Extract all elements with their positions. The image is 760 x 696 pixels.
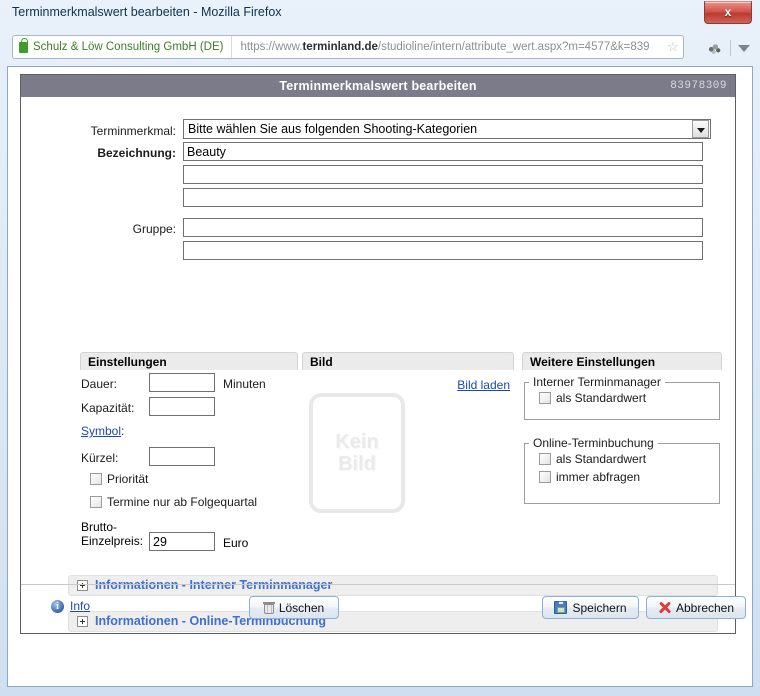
page-title: Terminmerkmalswert bearbeiten [279, 79, 477, 93]
brutto-label-line2: Einzelpreis: [81, 534, 144, 548]
bezeichnung-label: Bezeichnung: [97, 146, 176, 160]
delete-button-label: Löschen [278, 600, 325, 615]
symbol-link[interactable]: Symbol [81, 424, 121, 438]
brutto-einzelpreis-input[interactable] [149, 532, 215, 551]
chevron-down-icon[interactable] [738, 44, 750, 52]
folgequartal-row: Termine nur ab Folgequartal [81, 494, 301, 520]
symbol-label: Symbol: [81, 424, 124, 438]
prioritaet-label: Priorität [107, 472, 149, 486]
terminmerkmal-selected-value: Bitte wählen Sie aus folgenden Shooting-… [188, 122, 478, 136]
kuerzel-label: Kürzel: [81, 451, 119, 465]
symbol-row: Symbol: [81, 421, 301, 447]
cancel-button[interactable]: Abbrechen [646, 596, 746, 619]
interner-standardwert-label: als Standardwert [556, 391, 647, 405]
chevron-down-icon[interactable] [692, 120, 709, 138]
online-standardwert-checkbox[interactable] [539, 453, 551, 465]
terminmerkmal-label: Terminmerkmal: [90, 124, 176, 138]
form-area: Terminmerkmal: Bitte wählen Sie aus folg… [21, 97, 735, 260]
bild-laden-link[interactable]: Bild laden [457, 378, 510, 392]
window-titlebar: Terminmerkmalswert bearbeiten - Mozilla … [0, 0, 760, 28]
kapazitaet-label: Kapazität: [81, 401, 135, 415]
bezeichnung-input-3[interactable] [183, 188, 703, 207]
kuerzel-row: Kürzel: [81, 447, 301, 471]
delete-button[interactable]: Löschen [249, 596, 339, 619]
bezeichnung-input-1[interactable] [183, 142, 703, 161]
gruppe-label: Gruppe: [132, 222, 176, 236]
window-close-button[interactable]: x [704, 1, 752, 24]
no-image-line1: Kein [335, 431, 379, 453]
online-immer-abfragen-label: immer abfragen [556, 470, 641, 484]
symbol-colon: : [121, 424, 125, 438]
toolbar-divider [730, 40, 731, 56]
gruppe-input-1[interactable] [183, 218, 703, 237]
site-identity-button[interactable]: Schulz & Löw Consulting GmbH (DE) [13, 36, 233, 58]
kapazitaet-row: Kapazität: [81, 397, 301, 421]
interner-terminmanager-body: als Standardwert [525, 389, 719, 411]
prioritaet-checkbox[interactable] [90, 473, 102, 485]
online-terminbuchung-body: als Standardwert immer abfragen [525, 450, 719, 495]
folgequartal-label: Termine nur ab Folgequartal [107, 495, 258, 509]
edit-panel: Terminmerkmalswert bearbeiten 83978309 T… [20, 74, 746, 634]
info-link-wrap: i Info [51, 599, 90, 613]
info-icon: i [51, 599, 64, 613]
dauer-row: Dauer: Minuten [81, 373, 301, 397]
browser-navigation-bar: Schulz & Löw Consulting GmbH (DE) https:… [0, 28, 760, 66]
url-bar[interactable]: Schulz & Löw Consulting GmbH (DE) https:… [12, 35, 684, 59]
column-header-weitere: Weitere Einstellungen [522, 352, 722, 370]
interner-standardwert-checkbox[interactable] [539, 392, 551, 404]
interner-terminmanager-legend: Interner Terminmanager [533, 375, 661, 389]
column-header-einstellungen: Einstellungen [80, 352, 298, 370]
toolbar-extras [706, 40, 750, 56]
online-immer-abfragen-checkbox[interactable] [539, 471, 551, 483]
online-terminbuchung-fieldset: Online-Terminbuchung als Standardwert im… [524, 436, 720, 504]
bild-laden-wrap: Bild laden [457, 378, 510, 392]
dauer-unit-label: Minuten [223, 377, 266, 391]
floppy-disk-icon [554, 601, 568, 614]
dauer-label: Dauer: [81, 377, 118, 391]
page-content: Terminmerkmalswert bearbeiten 83978309 T… [8, 67, 752, 686]
site-identity-label: Schulz & Löw Consulting GmbH (DE) [33, 41, 224, 53]
online-standardwert-label: als Standardwert [556, 452, 647, 466]
panel-header: Terminmerkmalswert bearbeiten 83978309 [21, 75, 735, 97]
extension-icon[interactable] [706, 40, 723, 56]
image-placeholder: Kein Bild [309, 393, 405, 513]
cancel-button-label: Abbrechen [675, 600, 735, 615]
dauer-input[interactable] [149, 373, 215, 392]
panel-footer: i Info Löschen Speichern Abbrechen [21, 584, 746, 633]
no-image-line2: Bild [338, 453, 376, 475]
brutto-unit-label: Euro [223, 536, 249, 550]
folgequartal-checkbox[interactable] [90, 496, 102, 508]
brutto-einzelpreis-row: Brutto- Einzelpreis: Euro [81, 520, 301, 554]
kapazitaet-input[interactable] [149, 397, 215, 416]
settings-column: Dauer: Minuten Kapazität: Symbol: Kürzel… [81, 373, 301, 554]
brutto-label-line1: Brutto- [81, 520, 118, 534]
interner-terminmanager-fieldset: Interner Terminmanager als Standardwert [524, 375, 720, 420]
terminmerkmal-select[interactable]: Bitte wählen Sie aus folgenden Shooting-… [183, 119, 711, 139]
online-terminbuchung-legend: Online-Terminbuchung [533, 436, 654, 450]
prioritaet-row: Priorität [81, 471, 301, 494]
lock-icon [19, 37, 28, 53]
red-x-icon [658, 601, 671, 614]
save-button[interactable]: Speichern [542, 596, 639, 619]
window-title: Terminmerkmalswert bearbeiten - Mozilla … [12, 5, 282, 19]
bookmark-star-icon[interactable]: ☆ [663, 39, 683, 55]
url-prefix: https://www. [240, 41, 303, 53]
kuerzel-input[interactable] [149, 447, 215, 466]
info-link[interactable]: Info [70, 599, 90, 613]
url-domain: terminland.de [302, 41, 378, 53]
save-button-label: Speichern [572, 600, 627, 615]
column-header-bild: Bild [302, 352, 514, 370]
url-path: /studioline/intern/attribute_wert.aspx?m… [377, 41, 650, 53]
record-id: 83978309 [670, 80, 727, 92]
firefox-window: Terminmerkmalswert bearbeiten - Mozilla … [0, 0, 760, 696]
gruppe-input-2[interactable] [183, 241, 703, 260]
bezeichnung-input-2[interactable] [183, 165, 703, 184]
trash-icon [262, 601, 275, 614]
url-input[interactable]: https://www.terminland.de/studioline/int… [232, 41, 663, 53]
